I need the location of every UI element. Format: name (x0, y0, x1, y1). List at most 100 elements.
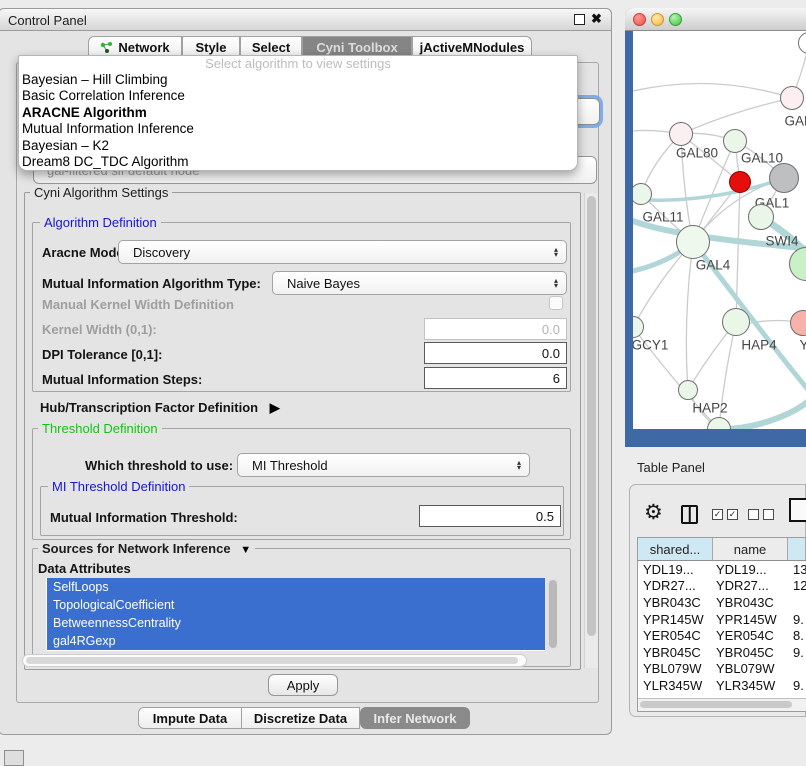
scrollbar-thumb[interactable] (26, 657, 518, 664)
hub-factor-definition-toggle[interactable]: Hub/Transcription Factor Definition ▶ (40, 400, 280, 416)
algorithm-option[interactable]: Bayesian – K2 (19, 138, 577, 154)
table-header: shared... name (638, 538, 806, 561)
table-cell: YDR27... (638, 578, 714, 593)
float-window-icon[interactable] (574, 14, 585, 25)
table-body[interactable]: YDL19...YDL19...13YDR27...YDR27...12YBR0… (638, 561, 806, 701)
column-view-icon[interactable] (681, 505, 698, 524)
table-row[interactable]: YLR345WYLR345W9. (638, 677, 806, 694)
close-traffic-light-icon[interactable] (633, 13, 646, 26)
scrollbar-thumb[interactable] (587, 196, 596, 636)
network-node-swi4[interactable] (748, 204, 774, 230)
algorithm-definition-title: Algorithm Definition (40, 215, 161, 230)
checked-checkbox-icon[interactable]: ✓ (727, 509, 738, 520)
mi-threshold-value: 0.5 (536, 509, 554, 524)
apply-button[interactable]: Apply (268, 674, 338, 696)
table-row[interactable]: YER054CYER054C8. (638, 627, 806, 644)
attributes-vertical-scrollbar[interactable] (547, 578, 558, 651)
attribute-list-item[interactable]: SelfLoops (47, 578, 545, 596)
network-node-gal4[interactable] (676, 225, 710, 259)
bottom-tab-infer-label: Infer Network (373, 711, 456, 726)
table-row[interactable]: YBR045CYBR045C9. (638, 644, 806, 661)
which-threshold-label: Which threshold to use: (85, 458, 233, 473)
mi-steps-field[interactable]: 6 (424, 367, 567, 389)
data-attributes-list[interactable]: SelfLoopsTopologicalCoefficientBetweenne… (46, 578, 545, 651)
zoom-traffic-light-icon[interactable] (669, 13, 682, 26)
unchecked-checkbox-icon[interactable] (748, 509, 759, 520)
table-cell: YDR27... (714, 578, 789, 593)
mi-algorithm-type-combo[interactable]: Naive Bayes ▴▾ (272, 271, 567, 295)
table-row[interactable]: YBR043CYBR043C (638, 594, 806, 611)
network-node-gal[interactable] (780, 86, 804, 110)
attribute-list-item[interactable]: gal4RGexp (47, 632, 545, 650)
mi-algorithm-type-value: Naive Bayes (287, 276, 554, 291)
network-node-label: GAL80 (676, 146, 718, 161)
network-node-gal10[interactable] (723, 129, 747, 153)
network-node[interactable] (769, 163, 799, 193)
new-table-icon[interactable] (789, 498, 806, 522)
table-cell: YLR345W (638, 678, 714, 693)
column-header-partial[interactable] (788, 538, 806, 560)
minimized-panel-button[interactable] (4, 750, 24, 766)
checked-checkbox-icon[interactable]: ✓ (712, 509, 723, 520)
sources-toggle[interactable]: Sources for Network Inference ▼ (38, 541, 255, 556)
table-row[interactable]: YPR145WYPR145W9. (638, 611, 806, 628)
bottom-tab-impute-data[interactable]: Impute Data (138, 707, 242, 729)
bottom-tab-discretize-data[interactable]: Discretize Data (242, 707, 360, 729)
dpi-tolerance-label: DPI Tolerance [0,1]: (42, 347, 162, 362)
gear-icon[interactable]: ⚙ (644, 500, 663, 525)
algorithm-option[interactable]: Basic Correlation Inference (19, 88, 577, 104)
aracne-mode-combo[interactable]: Discovery ▴▾ (118, 240, 567, 264)
unchecked-checkbox-icon[interactable] (763, 509, 774, 520)
network-node-label: GAL4 (696, 258, 731, 273)
minimize-traffic-light-icon[interactable] (651, 13, 664, 26)
algorithm-option[interactable]: Bayesian – Hill Climbing (19, 72, 577, 88)
mi-algorithm-type-label: Mutual Information Algorithm Type: (42, 276, 261, 291)
table-row[interactable]: YDR27...YDR27...12 (638, 578, 806, 595)
table-cell: YLR345W (714, 678, 789, 693)
network-canvas[interactable]: GALGAL80GAL10GAL1GAL11SWI4GAL4GCY1HAP4YH… (633, 31, 806, 429)
which-threshold-combo[interactable]: MI Threshold ▴▾ (237, 453, 530, 477)
scrollbar-thumb[interactable] (549, 580, 557, 648)
algorithm-option[interactable]: Mutual Information Inference (19, 121, 577, 137)
table-panel-title: Table Panel (637, 460, 705, 475)
network-node-gal1[interactable] (729, 171, 751, 193)
column-header-shared[interactable]: shared... (638, 538, 713, 560)
column-header-name[interactable]: name (713, 538, 788, 560)
table-cell: 12 (789, 578, 806, 593)
settings-vertical-scrollbar[interactable] (584, 193, 598, 668)
table-row[interactable]: YBL079WYBL079W (638, 661, 806, 678)
table-cell: 9. (789, 612, 806, 627)
attribute-list-item[interactable]: TopologicalCoefficient (47, 596, 545, 614)
manual-kernel-width-checkbox[interactable] (549, 296, 563, 310)
table-cell: YDL19... (714, 562, 789, 577)
table-row[interactable]: YDL19...YDL19...13 (638, 561, 806, 578)
mi-threshold-field[interactable]: 0.5 (419, 505, 561, 527)
mi-steps-value: 6 (553, 371, 560, 386)
table-cell: 9. (789, 645, 806, 660)
close-icon[interactable]: ✖ (591, 11, 602, 27)
node-table[interactable]: shared... name YDL19...YDL19...13YDR27..… (637, 537, 806, 712)
attribute-list-item[interactable]: BetweennessCentrality (47, 614, 545, 632)
algorithm-popup-list[interactable]: Bayesian – Hill ClimbingBasic Correlatio… (19, 72, 577, 170)
control-panel-title: Control Panel (8, 13, 87, 28)
kernel-width-field[interactable]: 0.0 (424, 318, 567, 340)
kernel-width-value: 0.0 (542, 322, 560, 337)
network-node-gal80[interactable] (669, 122, 693, 146)
which-threshold-value: MI Threshold (252, 458, 517, 473)
dpi-tolerance-field[interactable]: 0.0 (424, 342, 567, 364)
kernel-width-label: Kernel Width (0,1): (42, 322, 157, 337)
control-panel-titlebar[interactable] (0, 8, 612, 31)
network-node-label: HAP4 (741, 338, 776, 353)
tab-jactivemnodules-label: jActiveMNodules (420, 40, 525, 55)
table-cell: YPR145W (714, 612, 789, 627)
network-node-hap2[interactable] (678, 380, 698, 400)
table-horizontal-scrollbar[interactable] (638, 698, 806, 711)
algorithm-option[interactable]: ARACNE Algorithm (19, 105, 577, 121)
algorithm-option[interactable]: Dream8 DC_TDC Algorithm (19, 154, 577, 170)
settings-horizontal-scrollbar[interactable] (22, 654, 527, 667)
tab-style-label: Style (195, 40, 226, 55)
network-node-hap4[interactable] (722, 308, 750, 336)
dpi-tolerance-value: 0.0 (542, 346, 560, 361)
scrollbar-thumb[interactable] (640, 701, 792, 708)
bottom-tab-infer-network[interactable]: Infer Network (360, 707, 470, 729)
